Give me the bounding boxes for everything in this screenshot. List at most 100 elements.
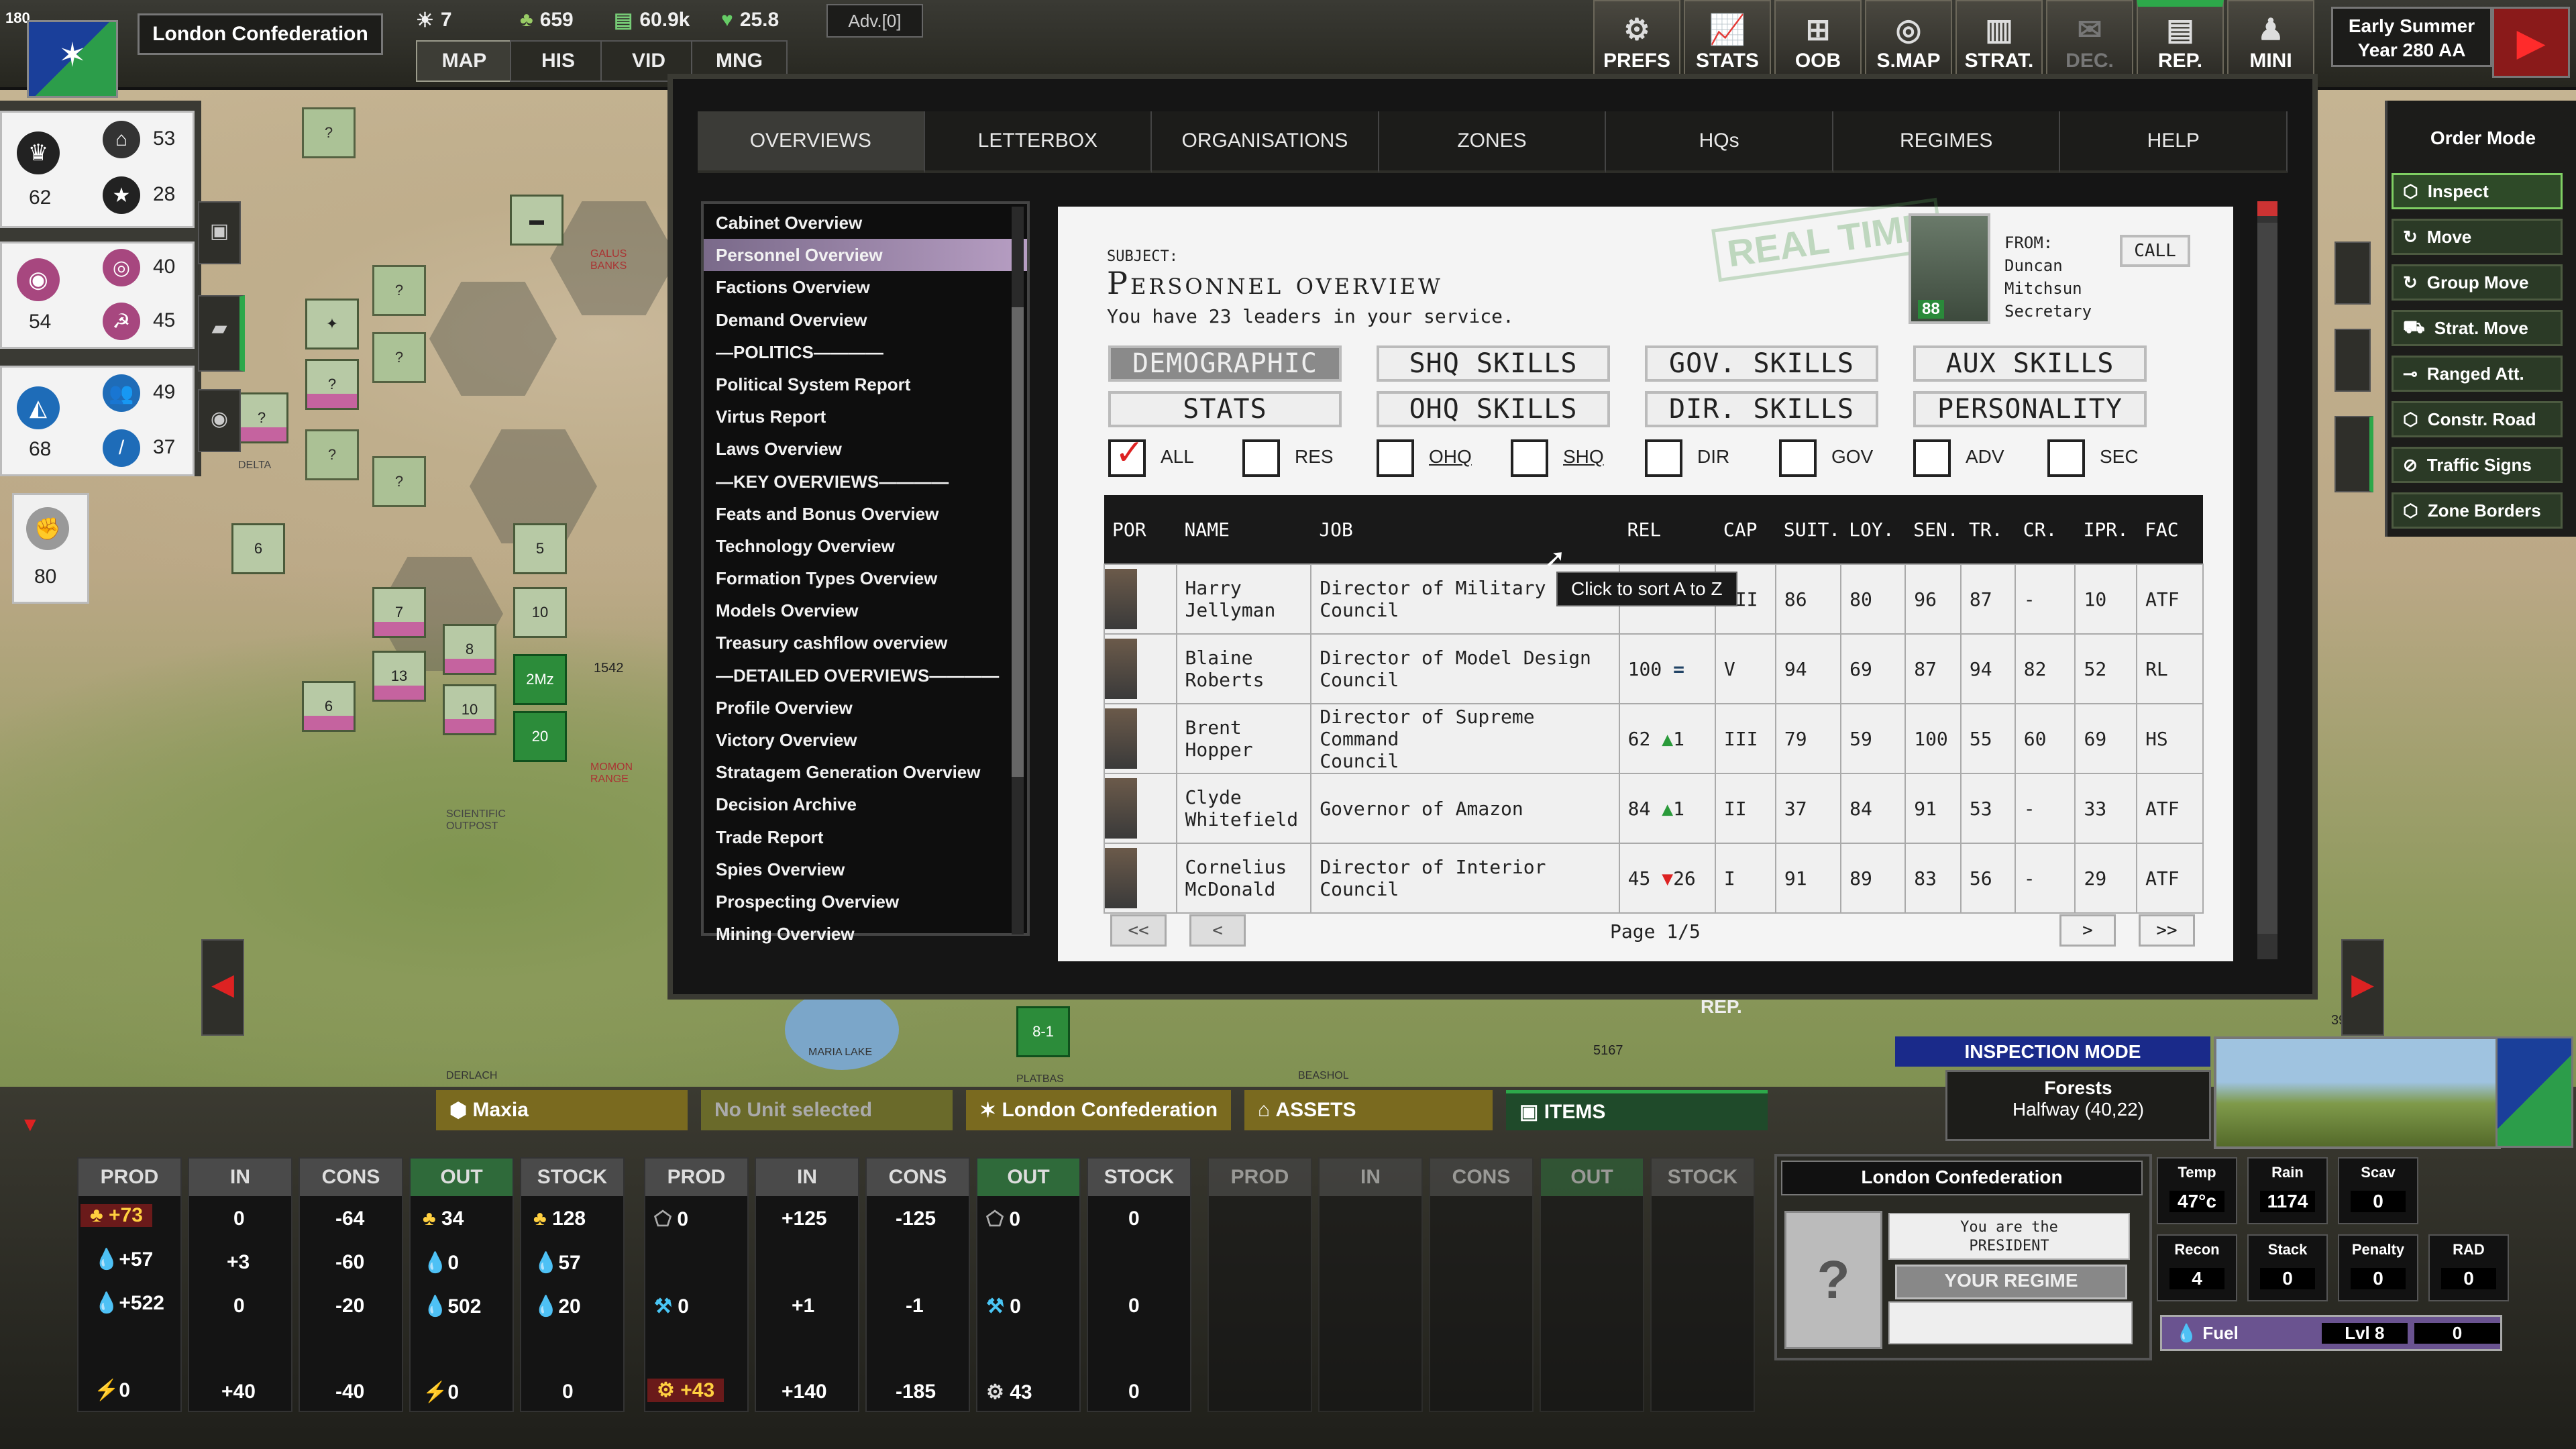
map-unit[interactable]: ? [372,332,426,383]
side-toggle-units[interactable]: ▰ [198,295,245,372]
tab-hqs[interactable]: HQs [1606,111,1833,173]
nav-item[interactable]: Technology Overview [704,530,1027,562]
nav-item[interactable]: Models Overview [704,594,1027,627]
smap-button[interactable]: ◎ S.MAP [1865,0,1952,80]
first-page-button[interactable]: << [1110,914,1167,947]
strat-move-button[interactable]: ⛟ Strat. Move [2392,310,2563,346]
nav-item[interactable]: Feats and Bonus Overview [704,498,1027,530]
map-unit[interactable]: 20 [513,711,567,762]
nav-item[interactable]: Laws Overview [704,433,1027,465]
dec-button[interactable]: ✉ DEC. [2046,0,2133,80]
tab-london-confederation[interactable]: ✶ London Confederation [966,1090,1231,1130]
filter-aux-skills-button[interactable]: AUX SKILLS [1913,345,2147,382]
map-unit[interactable]: ? [372,456,426,507]
ranged-attack-button[interactable]: ⊸ Ranged Att. [2392,356,2563,392]
column-header[interactable]: LOY. [1841,495,1906,564]
tab-map[interactable]: MAP [416,40,513,82]
group-move-button[interactable]: ↻ Group Move [2392,264,2563,301]
map-unit[interactable]: 10 [443,684,496,735]
fist-card[interactable]: ✊ 80 [12,493,89,604]
map-unit[interactable]: ✦ [305,299,359,350]
side-toggle-cube[interactable]: ▣ [198,201,241,264]
move-button[interactable]: ↻ Move [2392,219,2563,255]
adv-counter[interactable]: Adv.[0] [826,4,923,38]
map-unit[interactable]: 6 [302,681,356,732]
checkbox-all[interactable]: ✓ [1108,433,1146,477]
nav-item[interactable]: Trade Report [704,821,1027,853]
tab-his[interactable]: HIS [510,40,606,82]
map-unit[interactable]: 6 [231,523,285,574]
column-header[interactable]: TR. [1960,495,2015,564]
portrait-cell[interactable] [1104,843,1177,914]
column-header[interactable]: REL [1619,495,1715,564]
nav-item[interactable]: Victory Overview [704,724,1027,756]
map-unit[interactable]: ▬ [510,195,564,246]
map-unit[interactable]: ? [305,359,359,410]
scroll-right-button[interactable]: ▶ [2341,939,2384,1036]
map-unit[interactable]: ? [372,265,426,316]
call-button[interactable]: CALL [2120,235,2190,267]
filter-personality-button[interactable]: PERSONALITY [1913,391,2147,427]
tab-no-unit[interactable]: No Unit selected [701,1090,953,1130]
nav-item[interactable]: Decision Archive [704,788,1027,820]
mini-button[interactable]: ♟ MINI [2227,0,2314,80]
checkbox-gov[interactable] [1779,439,1817,477]
tab-assets[interactable]: ⌂ ASSETS [1244,1090,1493,1130]
oob-button[interactable]: ⊞ OOB [1774,0,1862,80]
map-unit[interactable]: ? [302,107,356,158]
letter-scroll-thumb[interactable] [2257,223,2277,934]
nav-item[interactable]: Mining Overview [704,918,1027,950]
nav-item[interactable]: Cabinet Overview [704,207,1027,239]
strat-button[interactable]: ▥ STRAT. [1955,0,2043,80]
your-regime-button[interactable]: YOUR REGIME [1895,1265,2127,1299]
table-row[interactable]: Clyde Whitefield Governor of Amazon 84 ▲1… [1104,773,2204,844]
map-unit[interactable]: 13 [372,651,426,702]
nav-scrollbar[interactable] [1012,207,1024,934]
nav-item[interactable]: Formation Types Overview [704,562,1027,594]
column-header[interactable]: POR [1104,495,1177,564]
prev-page-button[interactable]: < [1189,914,1246,947]
column-header[interactable]: CR. [2015,495,2076,564]
construct-road-button[interactable]: ⬡ Constr. Road [2392,401,2563,437]
zone-borders-button[interactable]: ⬡ Zone Borders [2392,492,2563,529]
nav-item[interactable]: Virtus Report [704,400,1027,433]
table-row[interactable]: Blaine Roberts Director of Model Design Co… [1104,633,2204,704]
table-row[interactable]: Cornelius McDonald Director of Interior C… [1104,843,2204,914]
map-unit[interactable]: 5 [513,523,567,574]
nav-item[interactable]: Demand Overview [704,304,1027,336]
tab-organisations[interactable]: ORGANISATIONS [1152,111,1379,173]
nav-item-selected[interactable]: Personnel Overview [704,239,1027,272]
scroll-left-button[interactable]: ◀ [201,939,244,1036]
column-header[interactable]: SEN. [1905,495,1961,564]
map-unit[interactable]: 8-1 [1016,1006,1070,1057]
side-button-b[interactable] [2334,329,2371,392]
filter-shq-skills-button[interactable]: SHQ SKILLS [1377,345,1610,382]
leader-placeholder-portrait[interactable]: ? [1784,1211,1882,1349]
nav-item[interactable]: Political System Report [704,368,1027,400]
column-header[interactable]: IPR. [2075,495,2137,564]
side-toggle-target[interactable]: ◉ [198,389,241,452]
nav-item[interactable]: Profile Overview [704,692,1027,724]
column-header[interactable]: FAC [2137,495,2203,564]
checkbox-sec[interactable] [2047,439,2085,477]
tab-maxia[interactable]: ⬢ Maxia [436,1090,688,1130]
nav-item[interactable]: Spies Overview [704,853,1027,885]
column-header[interactable]: SUIT. [1775,495,1841,564]
map-unit[interactable]: 7 [372,587,426,638]
column-header[interactable]: CAP [1715,495,1776,564]
filter-stats-button[interactable]: STATS [1108,391,1342,427]
tab-help[interactable]: HELP [2060,111,2288,173]
nav-item[interactable]: Stratagem Generation Overview [704,756,1027,788]
nav-item[interactable]: Prospecting Overview [704,885,1027,918]
last-page-button[interactable]: >> [2139,914,2195,947]
tab-regimes[interactable]: REGIMES [1833,111,2061,173]
next-page-button[interactable]: > [2059,914,2116,947]
portrait-cell[interactable] [1104,773,1177,844]
table-row[interactable]: Brent Hopper Director of Supreme Command C… [1104,703,2204,774]
checkbox-dir[interactable] [1645,439,1682,477]
column-header[interactable]: JOB [1311,495,1619,564]
map-unit[interactable]: ? [235,392,288,443]
rep-button[interactable]: ▤ REP. [2137,0,2224,80]
portrait-cell[interactable] [1104,564,1177,635]
inspect-button[interactable]: ⬡ Inspect [2392,173,2563,209]
